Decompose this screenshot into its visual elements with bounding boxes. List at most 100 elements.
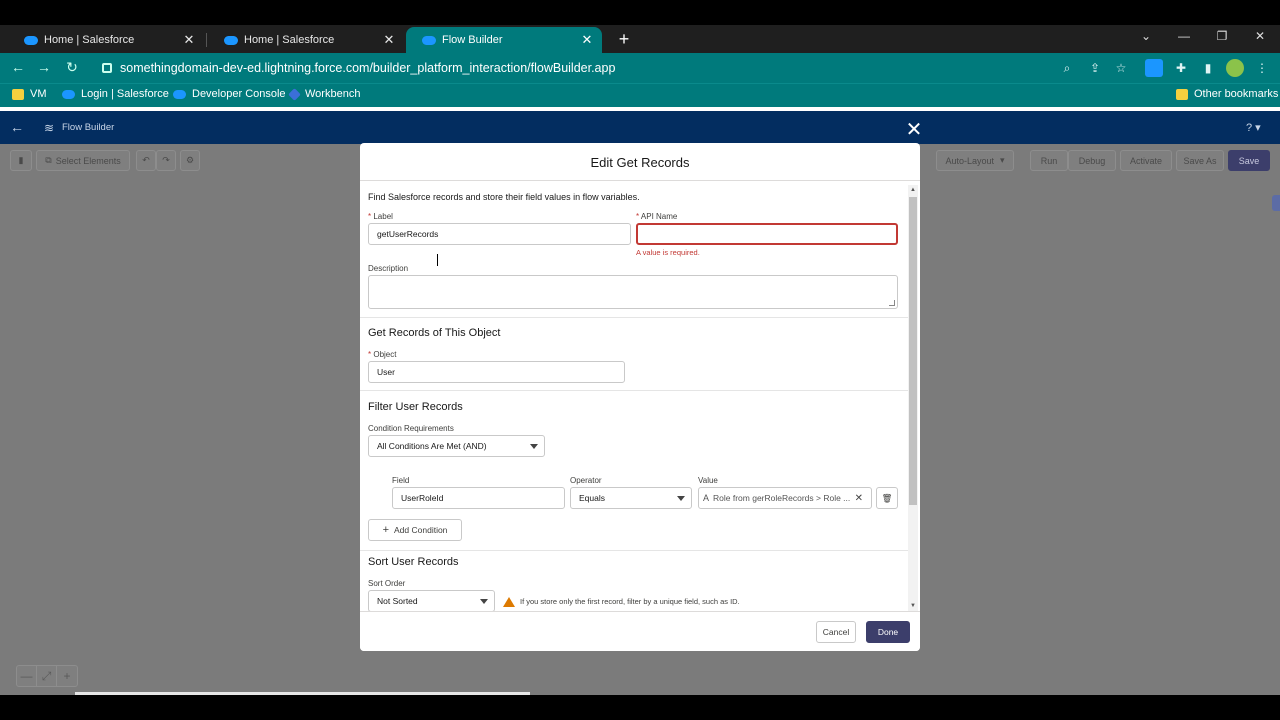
object-combobox[interactable]: User [368, 361, 625, 383]
menu-icon[interactable]: ⋮ [1253, 59, 1271, 77]
bookmark-other[interactable]: Other bookmarks [1176, 88, 1278, 100]
description-textarea[interactable] [368, 275, 898, 309]
close-tab-icon[interactable]: ✕ [182, 32, 196, 48]
salesforce-cloud-icon [224, 35, 238, 45]
close-window-icon[interactable]: ✕ [1246, 29, 1274, 43]
scrollbar-thumb[interactable] [909, 197, 917, 505]
add-condition-button[interactable]: + Add Condition [368, 519, 462, 541]
tab-title: Home | Salesforce [44, 34, 135, 46]
fit-view-icon[interactable]: ⤢ [37, 666, 57, 686]
operator-select[interactable]: Equals [570, 487, 692, 509]
flow-builder-header: ← ≋ Flow Builder ? ▾ [0, 111, 1280, 144]
zoom-in-icon[interactable]: + [57, 666, 77, 686]
condition-requirements-label: Condition Requirements [368, 424, 454, 433]
address-bar[interactable]: somethingdomain-dev-ed.lightning.force.c… [90, 56, 1140, 80]
minimize-icon[interactable]: — [1170, 29, 1198, 43]
text-cursor [437, 254, 438, 266]
tab-title: Home | Salesforce [244, 34, 335, 46]
bookmark-vm[interactable]: VM [12, 88, 47, 100]
scroll-up-icon[interactable]: ▲ [909, 187, 917, 193]
close-tab-icon[interactable]: ✕ [580, 32, 594, 48]
select-elements-label: Select Elements [55, 155, 121, 166]
salesforce-cloud-icon [24, 35, 38, 45]
extensions-icon[interactable]: ✚ [1172, 59, 1190, 77]
caret-down-icon [480, 599, 488, 604]
sort-order-value: Not Sorted [377, 596, 418, 606]
toggle-panel-icon[interactable]: ▮ [10, 150, 32, 171]
bookmark-label: Workbench [305, 88, 361, 100]
divider [360, 390, 908, 391]
bookmark-label: Other bookmarks [1194, 88, 1279, 100]
bookmark-login-salesforce[interactable]: Login | Salesforce [62, 88, 169, 100]
new-tab-button[interactable]: + [614, 27, 634, 51]
object-section-title: Get Records of This Object [368, 327, 501, 339]
lock-icon [102, 63, 112, 73]
run-button[interactable]: Run [1030, 150, 1068, 171]
side-panel-icon[interactable]: ▮ [1199, 59, 1217, 77]
app-title: Flow Builder [62, 122, 115, 133]
back-arrow-icon[interactable]: ← [10, 119, 24, 135]
close-tab-icon[interactable]: ✕ [382, 32, 396, 48]
close-modal-icon[interactable]: ✕ [903, 117, 925, 142]
modal-scrollbar[interactable]: ▲ ▼ [908, 185, 918, 611]
share-icon[interactable]: ⇪ [1086, 59, 1104, 77]
restore-icon[interactable]: ❐ [1208, 29, 1236, 43]
salesforce-cloud-icon [422, 35, 436, 45]
modal-body: Find Salesforce records and store their … [360, 181, 908, 611]
bookmark-workbench[interactable]: Workbench [288, 87, 361, 101]
browser-tab[interactable]: Home | Salesforce ✕ [208, 27, 404, 53]
bookmark-label: Login | Salesforce [81, 88, 169, 100]
sort-order-select[interactable]: Not Sorted [368, 590, 495, 611]
horizontal-scrollbar[interactable] [75, 692, 530, 695]
delete-condition-icon[interactable]: 🗑 [876, 487, 898, 509]
salesforce-extension-icon[interactable] [1145, 59, 1163, 77]
browser-tab-active[interactable]: Flow Builder ✕ [406, 27, 602, 53]
browser-tab[interactable]: Home | Salesforce ✕ [8, 27, 204, 53]
bookmarks-bar: VM Login | Salesforce Developer Console … [0, 83, 1280, 107]
api-name-input[interactable] [636, 223, 898, 245]
undo-icon[interactable]: ↶ [136, 150, 156, 171]
scroll-down-icon[interactable]: ▼ [909, 603, 917, 609]
browser-tab-bar: Home | Salesforce ✕ Home | Salesforce ✕ … [0, 25, 1280, 53]
value-pill[interactable]: A Role from gerRoleRecords > Role ... ✕ [698, 487, 872, 509]
tab-search-icon[interactable]: ⌄ [1132, 29, 1160, 43]
condition-requirements-select[interactable]: All Conditions Are Met (AND) [368, 435, 545, 457]
divider [360, 550, 908, 551]
add-condition-label: Add Condition [394, 525, 448, 535]
divider [360, 317, 908, 318]
zoom-controls: — ⤢ + [16, 665, 78, 687]
star-icon[interactable]: ☆ [1112, 59, 1130, 77]
forward-icon[interactable]: → [34, 59, 54, 75]
zoom-search-icon[interactable]: ⌕ [1058, 59, 1076, 77]
zoom-out-icon[interactable]: — [17, 666, 37, 686]
label-input[interactable]: getUserRecords [368, 223, 631, 245]
back-icon[interactable]: ← [8, 59, 28, 75]
side-panel-handle[interactable] [1272, 195, 1280, 211]
label-field-label: * Label [368, 212, 393, 221]
field-combobox[interactable]: UserRoleId [392, 487, 565, 509]
flow-icon: ≋ [44, 121, 55, 135]
clear-value-icon[interactable]: ✕ [855, 493, 863, 504]
save-as-button[interactable]: Save As [1176, 150, 1224, 171]
value-label: Value [698, 476, 718, 485]
resize-handle-icon[interactable] [889, 300, 895, 306]
bookmark-label: Developer Console [192, 88, 286, 100]
done-button[interactable]: Done [866, 621, 910, 643]
salesforce-cloud-icon [173, 89, 186, 99]
profile-avatar[interactable] [1226, 59, 1244, 77]
reload-icon[interactable]: ↻ [62, 59, 82, 76]
redo-icon[interactable]: ↷ [156, 150, 176, 171]
operator-value: Equals [579, 493, 605, 503]
settings-gear-icon[interactable]: ⚙ [180, 150, 200, 171]
help-icon[interactable]: ? ▾ [1246, 121, 1261, 134]
save-button[interactable]: Save [1228, 150, 1270, 171]
select-elements-button[interactable]: ⧉ Select Elements [36, 150, 130, 171]
activate-button[interactable]: Activate [1120, 150, 1172, 171]
modal-footer: Cancel Done [360, 611, 920, 651]
sort-warning-text: If you store only the first record, filt… [520, 597, 740, 606]
auto-layout-dropdown[interactable]: Auto-Layout ▾ [936, 150, 1014, 171]
cancel-button[interactable]: Cancel [816, 621, 856, 643]
bookmark-developer-console[interactable]: Developer Console [173, 88, 286, 100]
select-elements-icon: ⧉ [45, 155, 52, 165]
debug-button[interactable]: Debug [1068, 150, 1116, 171]
